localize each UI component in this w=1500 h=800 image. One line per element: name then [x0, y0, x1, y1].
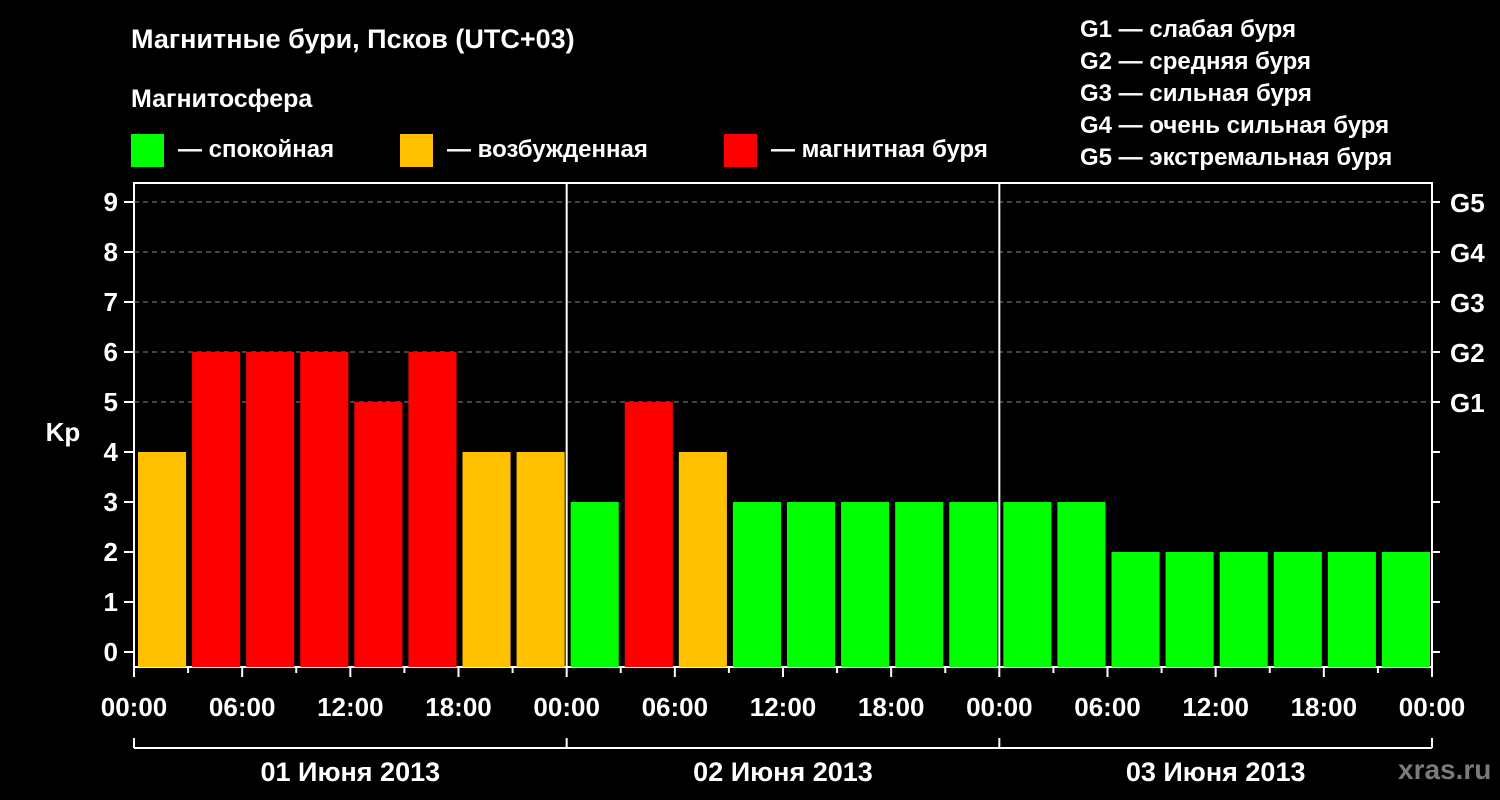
- day-label: 03 Июня 2013: [1126, 757, 1306, 787]
- bar: [192, 352, 241, 667]
- bar: [570, 502, 619, 667]
- bar: [408, 352, 457, 667]
- x-tick-label: 12:00: [1182, 692, 1249, 722]
- y-tick-label: 9: [104, 187, 118, 217]
- y-tick-label: 2: [104, 537, 118, 567]
- x-tick-label: 18:00: [425, 692, 492, 722]
- bar: [1057, 502, 1106, 667]
- bar: [1003, 502, 1052, 667]
- bar: [246, 352, 295, 667]
- y-tick-label: 7: [104, 287, 118, 317]
- bar: [624, 402, 673, 667]
- y-tick-label: 3: [104, 487, 118, 517]
- bar: [1327, 552, 1376, 667]
- x-tick-label: 00:00: [101, 692, 168, 722]
- right-axis-label: G5: [1450, 188, 1485, 218]
- bar: [841, 502, 890, 667]
- x-tick-label: 12:00: [317, 692, 384, 722]
- bar: [354, 402, 403, 667]
- bar: [895, 502, 944, 667]
- x-tick-label: 06:00: [1074, 692, 1141, 722]
- y-tick-label: 5: [104, 387, 118, 417]
- x-tick-label: 00:00: [533, 692, 600, 722]
- kp-bar-chart: 0 1 2 3 4 5 6 7 8 9 Kp G1 G2 G3 G4 G5 00:00 06:00 12:00 18:…: [46, 182, 1485, 787]
- bar: [1273, 552, 1322, 667]
- bar: [462, 452, 511, 667]
- right-axis-label: G4: [1450, 238, 1485, 268]
- bar: [138, 452, 187, 667]
- x-tick-label: 06:00: [642, 692, 709, 722]
- right-axis-label: G3: [1450, 288, 1485, 318]
- bar: [1165, 552, 1214, 667]
- watermark: xras.ru: [1398, 754, 1492, 785]
- y-tick-label: 1: [104, 587, 118, 617]
- bar: [300, 352, 349, 667]
- bar: [787, 502, 836, 667]
- bar: [1111, 552, 1160, 667]
- bar: [678, 452, 727, 667]
- y-axis-label: Kp: [46, 417, 81, 447]
- x-tick-label: 06:00: [209, 692, 276, 722]
- day-label: 02 Июня 2013: [693, 757, 873, 787]
- y-tick-label: 4: [104, 437, 119, 467]
- y-tick-label: 0: [104, 637, 118, 667]
- day-label: 01 Июня 2013: [261, 757, 441, 787]
- bar: [949, 502, 998, 667]
- y-tick-label: 6: [104, 337, 118, 367]
- x-tick-label: 00:00: [966, 692, 1033, 722]
- y-tick-label: 8: [104, 237, 118, 267]
- bar: [1219, 552, 1268, 667]
- bar: [1381, 552, 1430, 667]
- x-tick-label: 12:00: [750, 692, 817, 722]
- bar: [516, 452, 565, 667]
- right-axis-label: G1: [1450, 388, 1485, 418]
- x-tick-label: 18:00: [858, 692, 925, 722]
- bar: [732, 502, 781, 667]
- right-axis-label: G2: [1450, 338, 1485, 368]
- x-tick-label: 18:00: [1291, 692, 1358, 722]
- x-tick-label: 00:00: [1399, 692, 1466, 722]
